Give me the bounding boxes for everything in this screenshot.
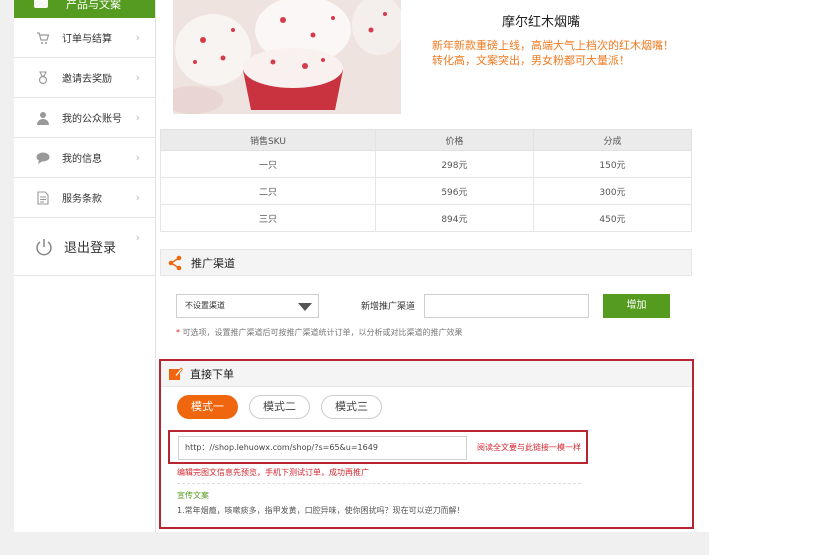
chevron-right-icon: › xyxy=(135,71,140,84)
medal-icon xyxy=(35,70,51,86)
sidebar: 产品与文案 订单与结算 › 邀请去奖励 › 我的公众账号 › 我的信息 › 服务… xyxy=(14,0,156,532)
new-channel-label: 新增推广渠道 xyxy=(361,302,416,312)
cart-icon xyxy=(35,30,51,46)
dropdown-arrow-icon xyxy=(298,303,312,311)
product-image xyxy=(173,0,401,114)
sidebar-item-products[interactable]: 产品与文案 xyxy=(14,0,155,18)
direct-order-section: 直接下单 模式一 模式二 模式三 http：//shop.lehuowx.com… xyxy=(159,359,694,529)
column-header: 价格 xyxy=(374,129,534,151)
table-cell: 894元 xyxy=(374,204,534,232)
link-highlight-box: http：//shop.lehuowx.com/shop/?s=65&u=164… xyxy=(168,430,588,464)
copy-title: 宣传文案 xyxy=(177,491,209,500)
link-hint: 阅读全文要与此链接一模一样 xyxy=(477,443,581,452)
chevron-right-icon: › xyxy=(135,151,140,164)
sidebar-item-terms[interactable]: 服务条款 › xyxy=(14,178,155,218)
table-cell: 150元 xyxy=(532,150,693,178)
table-row: 二只 596元 300元 xyxy=(160,177,693,205)
sidebar-item-orders[interactable]: 订单与结算 › xyxy=(14,18,155,58)
order-url-field[interactable]: http：//shop.lehuowx.com/shop/?s=65&u=164… xyxy=(178,436,467,460)
product-description-line: 转化高，文案突出，男女粉都可大量派！ xyxy=(432,54,630,67)
edit-icon xyxy=(169,366,183,381)
table-cell: 二只 xyxy=(160,177,376,205)
section-title: 直接下单 xyxy=(190,367,234,381)
table-header-row: 销售SKU 价格 分成 xyxy=(160,129,693,151)
table-cell: 300元 xyxy=(532,177,693,205)
tab-mode-3[interactable]: 模式三 xyxy=(321,395,382,419)
sku-table: 销售SKU 价格 分成 一只 298元 150元 二只 596元 300元 三只… xyxy=(160,129,693,232)
channel-note-text: 可选项，设置推广渠道后可按推广渠道统计订单，以分析或对比渠道的推广效果 xyxy=(182,328,463,337)
table-cell: 298元 xyxy=(374,150,534,178)
channel-row: 不设置渠道 新增推广渠道 增加 xyxy=(176,294,696,318)
product-description: 新年新款重磅上线，高端大气上档次的红木烟嘴！ 转化高，文案突出，男女粉都可大量派… xyxy=(432,38,692,68)
table-row: 一只 298元 150元 xyxy=(160,150,693,178)
chat-icon xyxy=(35,150,51,166)
required-star: * xyxy=(176,328,180,337)
right-background xyxy=(709,0,822,555)
table-row: 三只 894元 450元 xyxy=(160,204,693,232)
sidebar-item-logout[interactable]: 退出登录 › xyxy=(14,218,155,276)
sidebar-item-public-account[interactable]: 我的公众账号 › xyxy=(14,98,155,138)
main-panel: 摩尔红木烟嘴 新年新款重磅上线，高端大气上档次的红木烟嘴！ 转化高，文案突出，男… xyxy=(156,0,709,532)
channel-select[interactable]: 不设置渠道 xyxy=(176,294,319,318)
share-icon xyxy=(167,255,183,271)
chevron-right-icon: › xyxy=(135,191,140,204)
copy-text: 1.常年烟瘾，咳嗽痰多，指甲发黄，口腔异味，使你困扰吗？现在可以逆刀而解！ xyxy=(177,506,465,515)
preview-warning: 编辑完图文信息先预览，手机下测试订单，成功再推广 xyxy=(177,468,369,477)
sidebar-item-label: 我的公众账号 xyxy=(62,114,122,125)
sidebar-item-messages[interactable]: 我的信息 › xyxy=(14,138,155,178)
product-icon xyxy=(34,0,48,8)
tab-mode-2[interactable]: 模式二 xyxy=(249,395,310,419)
channel-select-value: 不设置渠道 xyxy=(185,301,225,310)
table-cell: 450元 xyxy=(532,204,693,232)
sidebar-item-label: 订单与结算 xyxy=(62,34,112,45)
sidebar-item-label: 我的信息 xyxy=(62,154,102,165)
add-channel-button[interactable]: 增加 xyxy=(603,294,670,318)
sidebar-item-label: 服务条款 xyxy=(62,194,102,205)
column-header: 销售SKU xyxy=(160,129,376,151)
table-cell: 一只 xyxy=(160,150,376,178)
user-icon xyxy=(35,110,51,126)
table-cell: 596元 xyxy=(374,177,534,205)
direct-order-header: 直接下单 xyxy=(161,361,692,387)
chevron-right-icon: › xyxy=(135,111,140,124)
column-header: 分成 xyxy=(532,129,693,151)
channel-note: * 可选项，设置推广渠道后可按推广渠道统计订单，以分析或对比渠道的推广效果 xyxy=(176,327,463,338)
chevron-right-icon: › xyxy=(135,31,140,44)
divider xyxy=(177,483,581,484)
tab-mode-1[interactable]: 模式一 xyxy=(177,395,238,419)
sidebar-item-invite[interactable]: 邀请去奖励 › xyxy=(14,58,155,98)
section-title: 推广渠道 xyxy=(191,256,235,270)
new-channel-input[interactable] xyxy=(424,294,589,318)
sidebar-item-label: 邀请去奖励 xyxy=(62,74,112,85)
table-cell: 三只 xyxy=(160,204,376,232)
chevron-right-icon: › xyxy=(135,231,140,244)
product-description-line: 新年新款重磅上线，高端大气上档次的红木烟嘴！ xyxy=(432,39,674,52)
product-title: 摩尔红木烟嘴 xyxy=(501,15,580,30)
document-icon xyxy=(35,190,51,206)
sidebar-item-label: 退出登录 xyxy=(64,241,117,256)
power-icon xyxy=(34,237,54,257)
channel-section-header: 推广渠道 xyxy=(160,249,692,276)
sidebar-item-label: 产品与文案 xyxy=(66,0,121,11)
mode-tabs: 模式一 模式二 模式三 xyxy=(177,395,393,419)
